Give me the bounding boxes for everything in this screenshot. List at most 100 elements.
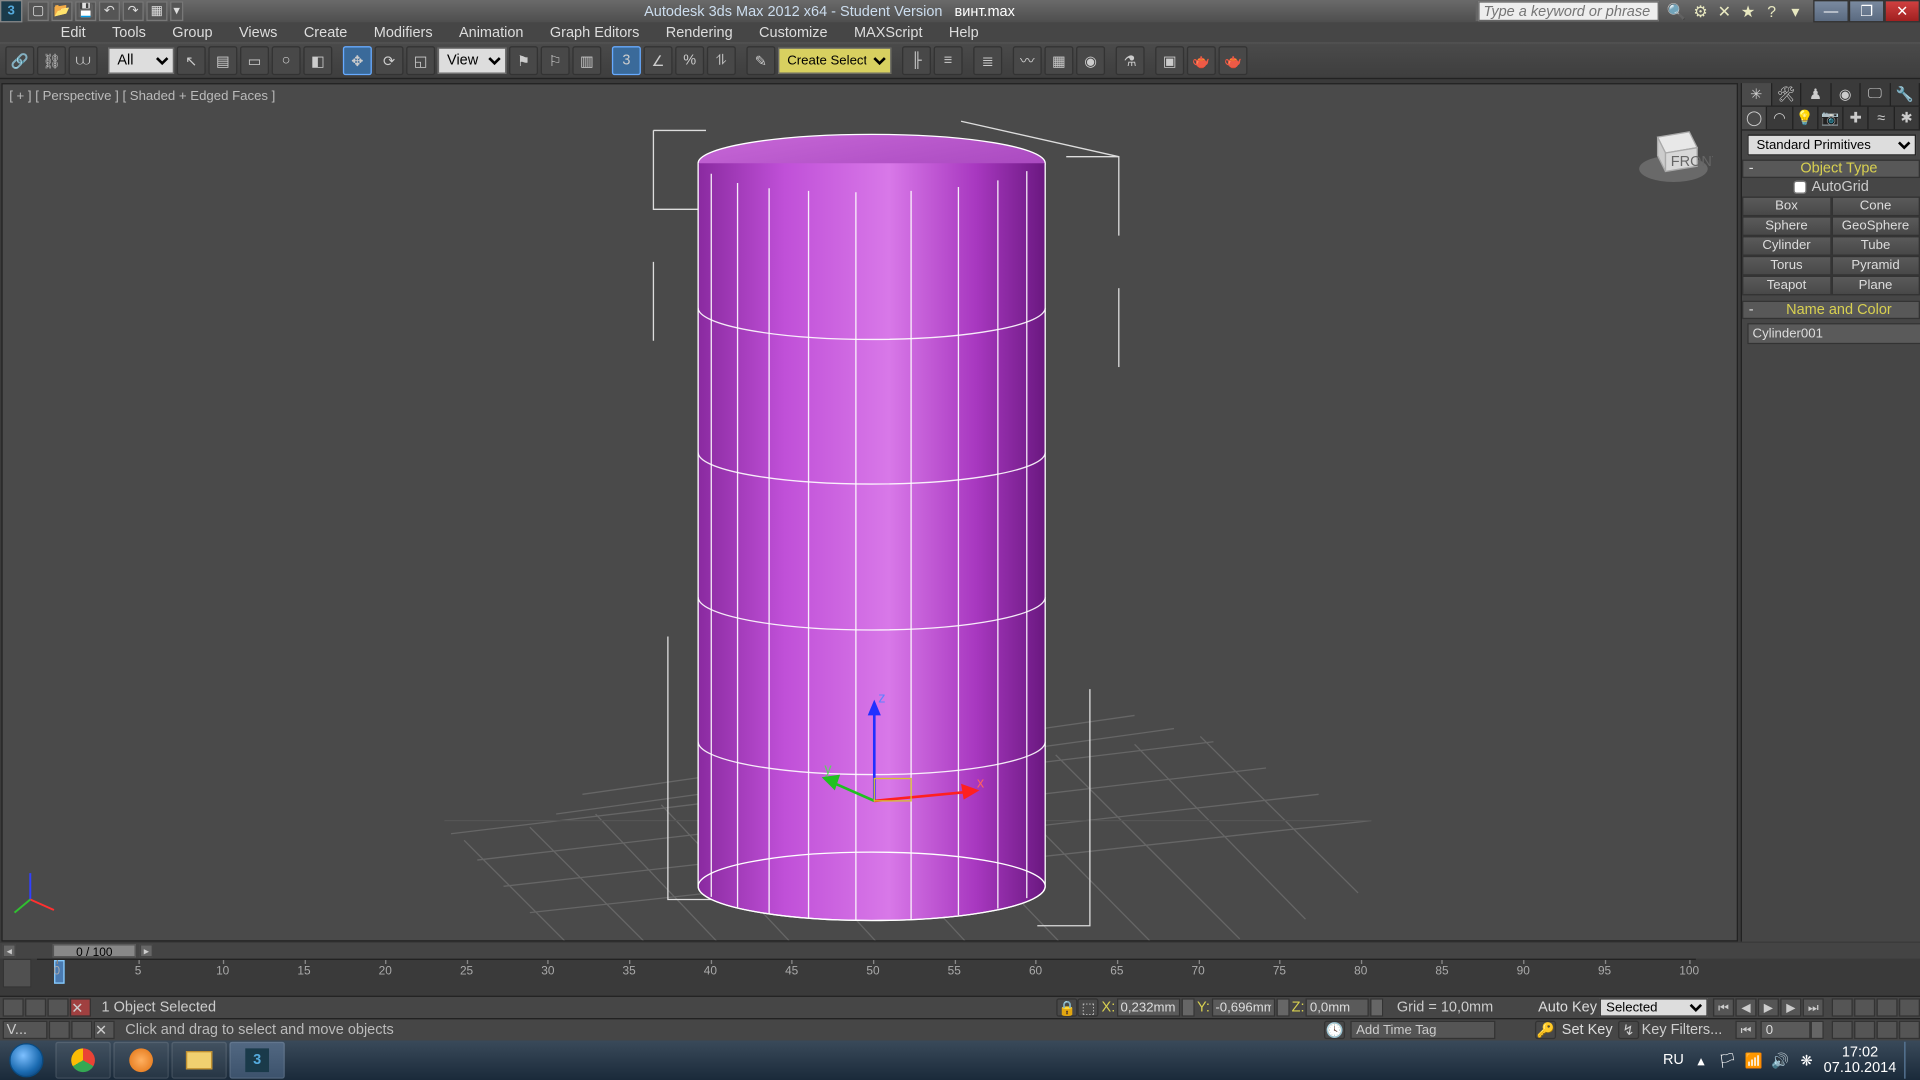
- spacewarps-icon[interactable]: ≈: [1869, 107, 1894, 129]
- hierarchy-tab-icon[interactable]: ♟: [1801, 83, 1831, 105]
- z-input[interactable]: [1306, 998, 1369, 1016]
- taskbar-3dsmax-icon[interactable]: 3: [229, 1042, 284, 1079]
- script-tab-3[interactable]: [71, 1021, 92, 1039]
- render-setup-icon[interactable]: ⚗: [1116, 46, 1145, 75]
- viewport-label[interactable]: [ + ] [ Perspective ] [ Shaded + Edged F…: [9, 90, 275, 105]
- sphere-button[interactable]: Sphere: [1742, 216, 1831, 236]
- close-button[interactable]: ✕: [1884, 0, 1920, 22]
- time-ruler[interactable]: 0 5 10 15 20 25 30 35 40 45 50 55 60 65 …: [37, 959, 1696, 983]
- project-icon[interactable]: ▦: [146, 1, 167, 21]
- teapot-button[interactable]: Teapot: [1742, 276, 1831, 296]
- redo-icon[interactable]: ↷: [123, 1, 144, 21]
- key-filters-button[interactable]: Key Filters...: [1642, 1022, 1723, 1038]
- keyfilters-icon[interactable]: ↯: [1618, 1021, 1639, 1039]
- box-button[interactable]: Box: [1742, 196, 1831, 216]
- category-dropdown[interactable]: Standard Primitives: [1747, 135, 1916, 156]
- pan-icon[interactable]: [1832, 1021, 1853, 1039]
- tray-network-icon[interactable]: 📶: [1745, 1051, 1763, 1069]
- start-button[interactable]: [0, 1040, 53, 1080]
- key-icon[interactable]: 🔑: [1535, 1021, 1556, 1039]
- x-input[interactable]: [1117, 998, 1180, 1016]
- menu-tools[interactable]: Tools: [99, 23, 159, 41]
- script-tab-2[interactable]: [49, 1021, 70, 1039]
- setkey-button[interactable]: Set Key: [1562, 1022, 1613, 1038]
- menu-edit[interactable]: Edit: [47, 23, 98, 41]
- save-icon[interactable]: 💾: [75, 1, 96, 21]
- time-slider-thumb[interactable]: 0 / 100: [53, 944, 136, 957]
- qat-dropdown-icon[interactable]: ▾: [170, 1, 183, 21]
- taskbar-explorer-icon[interactable]: [171, 1042, 226, 1079]
- zoom-extents-icon[interactable]: [1877, 998, 1898, 1016]
- lock-icon[interactable]: [47, 998, 68, 1016]
- snap-toggle-icon[interactable]: 3: [612, 46, 641, 75]
- ref-coord-dropdown[interactable]: View: [438, 47, 507, 73]
- object-type-header[interactable]: -Object Type: [1742, 160, 1920, 178]
- undo-icon[interactable]: ↶: [99, 1, 120, 21]
- selection-filter-dropdown[interactable]: All: [108, 47, 174, 73]
- link-icon[interactable]: 🔗: [5, 46, 34, 75]
- orbit-icon[interactable]: [1854, 1021, 1875, 1039]
- open-icon[interactable]: 📂: [51, 1, 72, 21]
- max-toggle-icon[interactable]: [1899, 1021, 1920, 1039]
- cone-button[interactable]: Cone: [1831, 196, 1920, 216]
- goto-end-icon[interactable]: ⏭: [1803, 998, 1824, 1016]
- rotate-icon[interactable]: ⟳: [375, 46, 404, 75]
- favorite-icon[interactable]: ★: [1738, 1, 1758, 21]
- modify-tab-icon[interactable]: 🛠: [1772, 83, 1802, 105]
- systems-icon[interactable]: ✱: [1895, 107, 1920, 129]
- edit-named-sel-icon[interactable]: ✎: [746, 46, 775, 75]
- plane-button[interactable]: Plane: [1831, 276, 1920, 296]
- autokey-button[interactable]: Auto Key: [1538, 1000, 1597, 1016]
- material-editor-icon[interactable]: ◉: [1076, 46, 1105, 75]
- name-color-header[interactable]: -Name and Color: [1742, 301, 1920, 319]
- time-slider[interactable]: ◂ 0 / 100 ▸: [0, 943, 1920, 959]
- select-icon[interactable]: ↖: [177, 46, 206, 75]
- script-tab[interactable]: V...: [3, 1021, 48, 1039]
- z-spinner[interactable]: [1371, 998, 1384, 1016]
- slider-prev-icon[interactable]: ◂: [3, 944, 16, 957]
- taskbar-mediaplayer-icon[interactable]: [113, 1042, 168, 1079]
- create-tab-icon[interactable]: ✳: [1742, 83, 1772, 105]
- render-frame-icon[interactable]: ▣: [1155, 46, 1184, 75]
- curve-editor-icon[interactable]: 〰: [1013, 46, 1042, 75]
- select-name-icon[interactable]: ▤: [208, 46, 237, 75]
- object-name-input[interactable]: [1747, 323, 1920, 344]
- keymode-icon[interactable]: ▥: [572, 46, 601, 75]
- maximize-button[interactable]: ❐: [1849, 0, 1885, 22]
- display-tab-icon[interactable]: 🖵: [1861, 83, 1891, 105]
- taskbar-chrome-icon[interactable]: [55, 1042, 110, 1079]
- cameras-icon[interactable]: 📷: [1818, 107, 1843, 129]
- shapes-icon[interactable]: ◠: [1767, 107, 1792, 129]
- slider-next-icon[interactable]: ▸: [140, 944, 153, 957]
- menu-create[interactable]: Create: [291, 23, 361, 41]
- abs-mode-icon[interactable]: ⬚: [1078, 998, 1099, 1016]
- quick-render-icon[interactable]: 🫖: [1187, 46, 1216, 75]
- new-icon[interactable]: ▢: [28, 1, 49, 21]
- bind-icon[interactable]: ⩊: [69, 46, 98, 75]
- tray-flag-icon[interactable]: 🏳: [1718, 1051, 1736, 1069]
- lights-icon[interactable]: 💡: [1793, 107, 1818, 129]
- helpers-icon[interactable]: ✚: [1844, 107, 1869, 129]
- menu-rendering[interactable]: Rendering: [653, 23, 746, 41]
- dropdown-icon[interactable]: ▾: [1786, 1, 1806, 21]
- x-spinner[interactable]: [1181, 998, 1194, 1016]
- unlink-icon[interactable]: ⛓: [37, 46, 66, 75]
- torus-button[interactable]: Torus: [1742, 256, 1831, 276]
- menu-group[interactable]: Group: [159, 23, 226, 41]
- menu-customize[interactable]: Customize: [746, 23, 841, 41]
- cylinder-button[interactable]: Cylinder: [1742, 236, 1831, 256]
- language-indicator[interactable]: RU: [1663, 1052, 1684, 1068]
- spinner-snap-icon[interactable]: ⥮: [707, 46, 736, 75]
- tray-sync-icon[interactable]: ❋: [1797, 1051, 1815, 1069]
- percent-snap-icon[interactable]: %: [675, 46, 704, 75]
- tray-volume-icon[interactable]: 🔊: [1771, 1051, 1789, 1069]
- show-desktop-button[interactable]: [1904, 1042, 1915, 1079]
- motion-tab-icon[interactable]: ◉: [1831, 83, 1861, 105]
- menu-animation[interactable]: Animation: [446, 23, 537, 41]
- isolate-icon[interactable]: [25, 998, 46, 1016]
- menu-graph-editors[interactable]: Graph Editors: [537, 23, 653, 41]
- close-tab-icon[interactable]: ✕: [70, 998, 91, 1016]
- key-mode-dropdown[interactable]: Selected: [1600, 998, 1708, 1016]
- help-icon[interactable]: ?: [1762, 1, 1782, 21]
- walk-icon[interactable]: [1877, 1021, 1898, 1039]
